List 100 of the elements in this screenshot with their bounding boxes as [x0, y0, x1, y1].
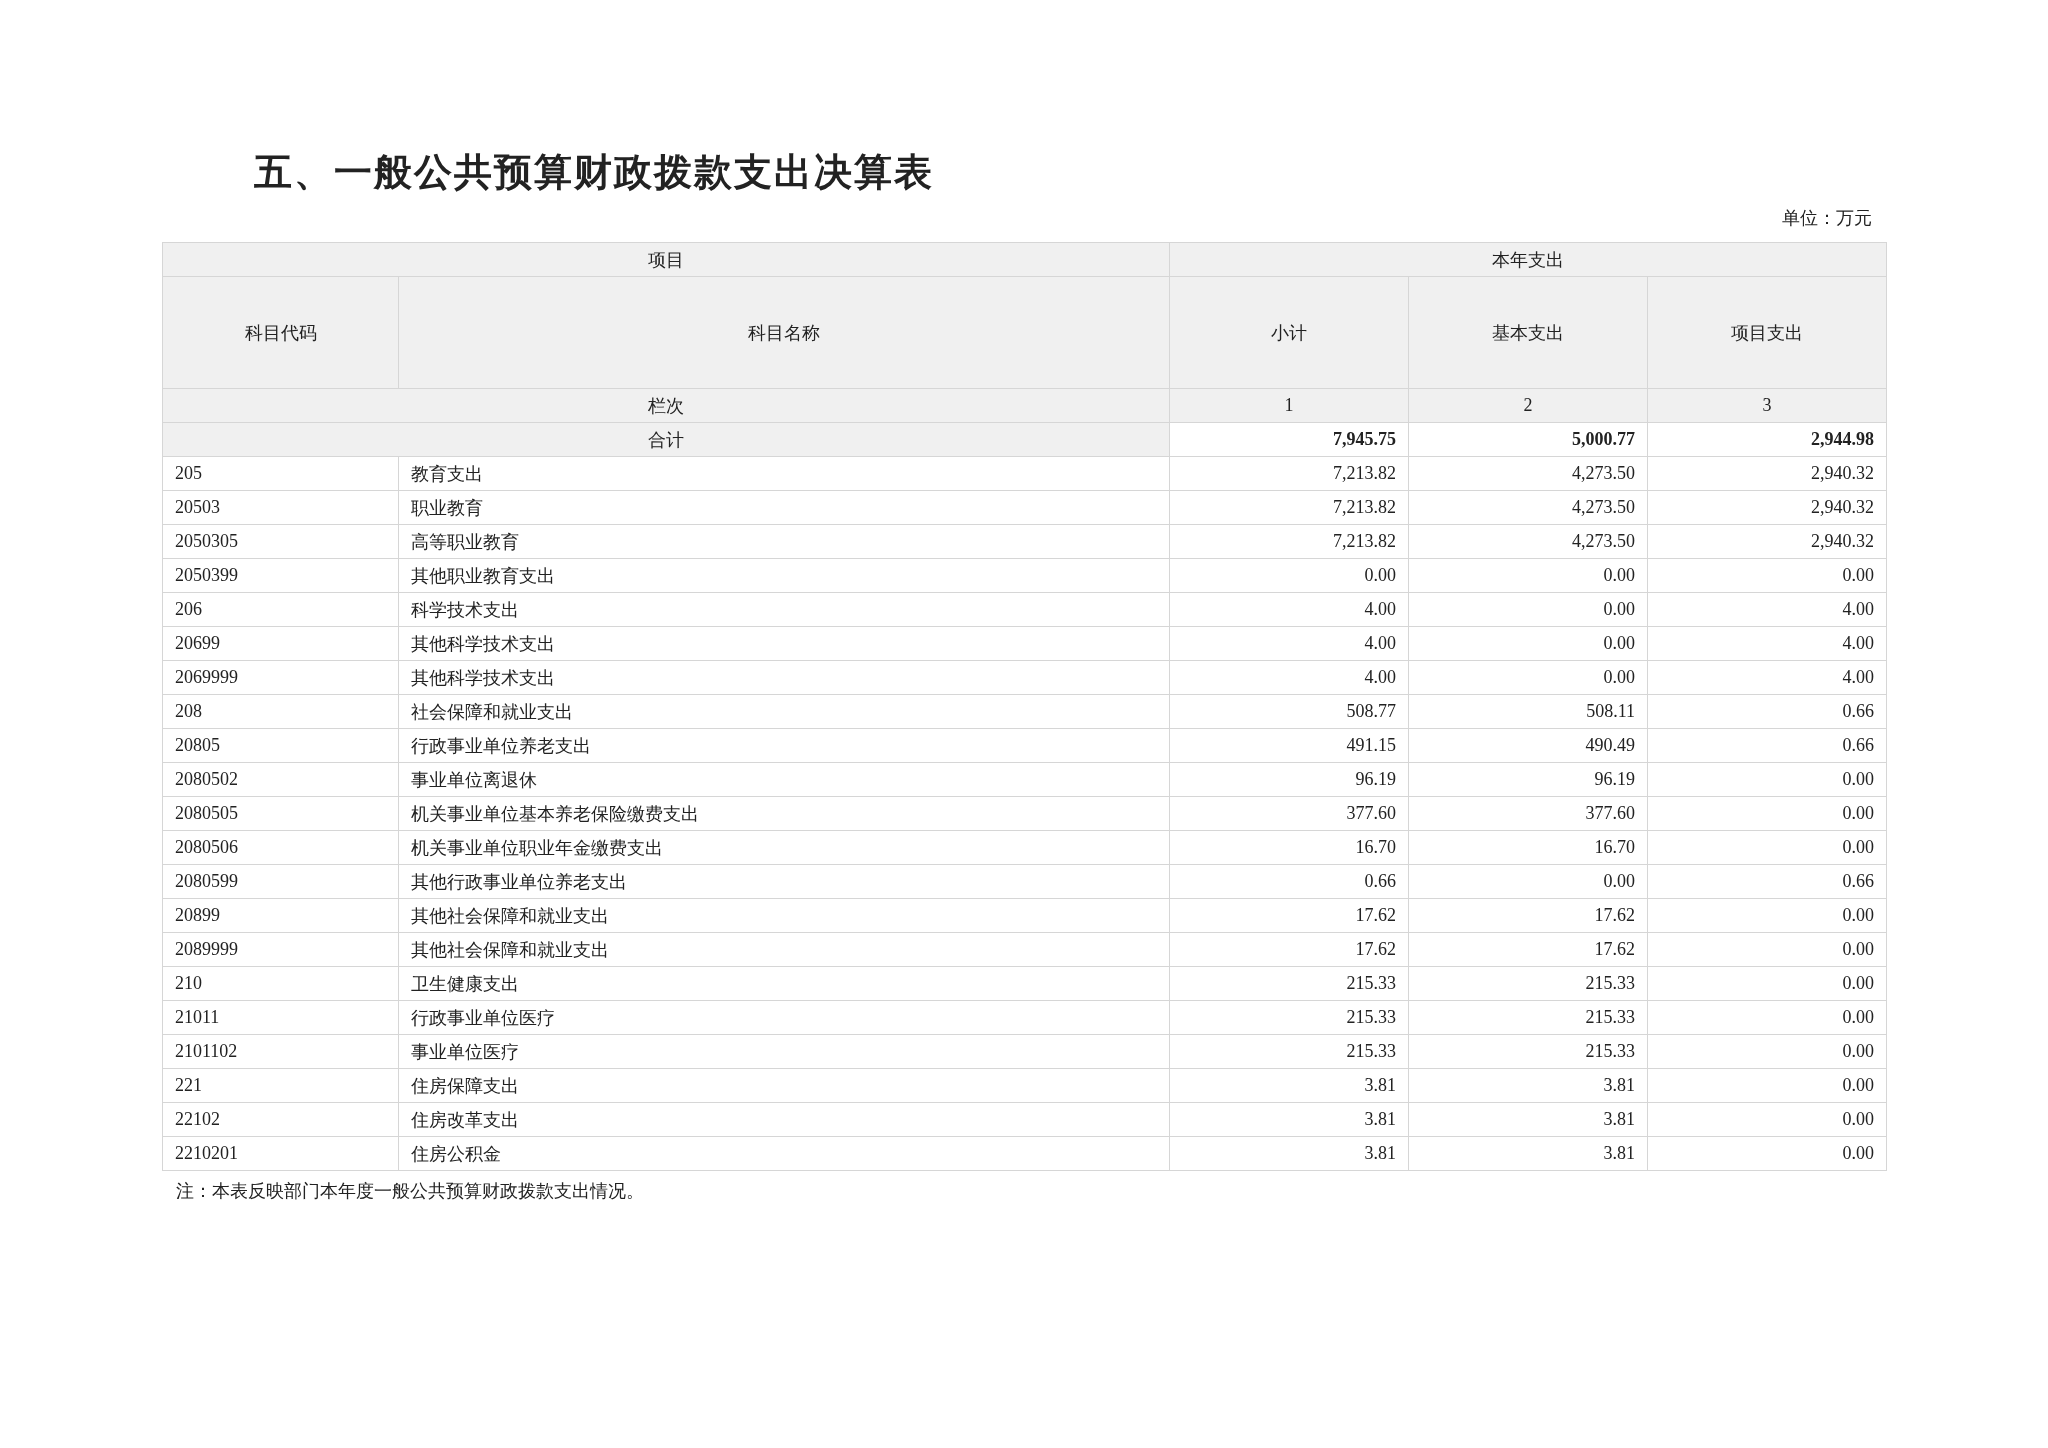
table-cell: 20899: [162, 898, 399, 933]
table-cell: 3.81: [1169, 1102, 1409, 1137]
table-cell: 0.66: [1169, 864, 1409, 899]
header-cell: 项目支出: [1647, 276, 1887, 389]
table-cell: 住房保障支出: [398, 1068, 1170, 1103]
table-cell: 4.00: [1169, 626, 1409, 661]
table-cell: 社会保障和就业支出: [398, 694, 1170, 729]
table-cell: 0.00: [1647, 932, 1887, 967]
table-cell: 4,273.50: [1408, 524, 1648, 559]
table-cell: 2,940.32: [1647, 490, 1887, 525]
table-cell: 机关事业单位职业年金缴费支出: [398, 830, 1170, 865]
table-cell: 4.00: [1169, 592, 1409, 627]
table-cell: 3.81: [1169, 1068, 1409, 1103]
table-cell: 7,213.82: [1169, 456, 1409, 491]
total-label-cell: 合计: [162, 422, 1170, 457]
table-cell: 高等职业教育: [398, 524, 1170, 559]
table-cell: 215.33: [1408, 1000, 1648, 1035]
table-cell: 7,213.82: [1169, 524, 1409, 559]
table-cell: 住房改革支出: [398, 1102, 1170, 1137]
table-cell: 0.00: [1408, 626, 1648, 661]
table-cell: 4.00: [1647, 626, 1887, 661]
table-cell: 21011: [162, 1000, 399, 1035]
table-cell: 2080502: [162, 762, 399, 797]
table-cell: 20699: [162, 626, 399, 661]
table-cell: 3.81: [1408, 1136, 1648, 1171]
table-cell: 4.00: [1647, 660, 1887, 695]
table-cell: 3.81: [1408, 1068, 1648, 1103]
table-cell: 208: [162, 694, 399, 729]
table-cell: 其他社会保障和就业支出: [398, 932, 1170, 967]
table-cell: 2089999: [162, 932, 399, 967]
table-cell: 221: [162, 1068, 399, 1103]
table-cell: 0.00: [1169, 558, 1409, 593]
table-cell: 其他科学技术支出: [398, 626, 1170, 661]
table-cell: 0.00: [1408, 592, 1648, 627]
table-cell: 17.62: [1408, 898, 1648, 933]
table-cell: 96.19: [1408, 762, 1648, 797]
table-cell: 17.62: [1408, 932, 1648, 967]
table-cell: 2050399: [162, 558, 399, 593]
table-cell: 2101102: [162, 1034, 399, 1069]
table-cell: 2080599: [162, 864, 399, 899]
table-cell: 0.66: [1647, 864, 1887, 899]
table-cell: 4.00: [1647, 592, 1887, 627]
table-cell: 2,940.32: [1647, 456, 1887, 491]
table-cell: 事业单位医疗: [398, 1034, 1170, 1069]
table-cell: 0.00: [1647, 1102, 1887, 1137]
table-cell: 2080506: [162, 830, 399, 865]
table-cell: 491.15: [1169, 728, 1409, 763]
header-cell: 栏次: [162, 388, 1170, 423]
table-cell: 215.33: [1169, 1034, 1409, 1069]
table-cell: 机关事业单位基本养老保险缴费支出: [398, 796, 1170, 831]
table-cell: 215.33: [1408, 1034, 1648, 1069]
table-cell: 2210201: [162, 1136, 399, 1171]
table-cell: 206: [162, 592, 399, 627]
table-cell: 其他社会保障和就业支出: [398, 898, 1170, 933]
total-cell: 2,944.98: [1647, 422, 1887, 457]
table-cell: 17.62: [1169, 932, 1409, 967]
table-cell: 3.81: [1408, 1102, 1648, 1137]
header-cell: 科目代码: [162, 276, 399, 389]
table-cell: 0.66: [1647, 728, 1887, 763]
table-cell: 其他职业教育支出: [398, 558, 1170, 593]
table-cell: 96.19: [1169, 762, 1409, 797]
table-cell: 0.00: [1647, 898, 1887, 933]
table-cell: 490.49: [1408, 728, 1648, 763]
table-cell: 0.00: [1647, 966, 1887, 1001]
header-cell: 项目: [162, 242, 1170, 277]
table-cell: 0.00: [1647, 1136, 1887, 1171]
table-cell: 4,273.50: [1408, 490, 1648, 525]
table-cell: 377.60: [1408, 796, 1648, 831]
table-cell: 377.60: [1169, 796, 1409, 831]
table-cell: 住房公积金: [398, 1136, 1170, 1171]
table-cell: 215.33: [1408, 966, 1648, 1001]
column-number-cell: 1: [1169, 388, 1409, 423]
table-cell: 3.81: [1169, 1136, 1409, 1171]
column-number-cell: 2: [1408, 388, 1648, 423]
table-cell: 508.77: [1169, 694, 1409, 729]
table-cell: 22102: [162, 1102, 399, 1137]
table-cell: 20805: [162, 728, 399, 763]
table-cell: 职业教育: [398, 490, 1170, 525]
table-cell: 16.70: [1169, 830, 1409, 865]
table-cell: 16.70: [1408, 830, 1648, 865]
table-cell: 2050305: [162, 524, 399, 559]
table-cell: 4,273.50: [1408, 456, 1648, 491]
table-cell: 2080505: [162, 796, 399, 831]
table-cell: 0.00: [1408, 660, 1648, 695]
table-cell: 17.62: [1169, 898, 1409, 933]
table-cell: 0.00: [1408, 864, 1648, 899]
table-cell: 其他科学技术支出: [398, 660, 1170, 695]
table-cell: 215.33: [1169, 966, 1409, 1001]
table-cell: 4.00: [1169, 660, 1409, 695]
unit-label: 单位：万元: [1782, 207, 1872, 230]
column-number-cell: 3: [1647, 388, 1887, 423]
table-cell: 0.00: [1647, 830, 1887, 865]
table-cell: 其他行政事业单位养老支出: [398, 864, 1170, 899]
table-cell: 0.00: [1647, 1000, 1887, 1035]
table-cell: 事业单位离退休: [398, 762, 1170, 797]
total-cell: 7,945.75: [1169, 422, 1409, 457]
table-cell: 215.33: [1169, 1000, 1409, 1035]
table-cell: 0.00: [1647, 1034, 1887, 1069]
table-cell: 2069999: [162, 660, 399, 695]
table-cell: 0.00: [1647, 558, 1887, 593]
